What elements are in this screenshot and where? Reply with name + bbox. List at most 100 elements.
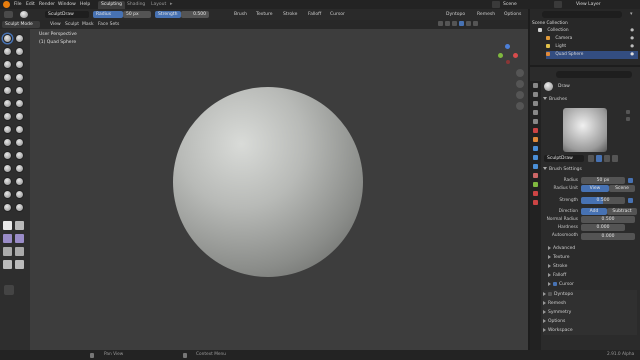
- annotate-icon[interactable]: [4, 285, 14, 295]
- snake-hook-brush-icon[interactable]: [15, 138, 24, 147]
- brush-name-field[interactable]: SculptDraw: [45, 11, 89, 18]
- properties-search-input[interactable]: [556, 71, 632, 78]
- strength-label-field[interactable]: Strength: [155, 11, 181, 18]
- texture-menu[interactable]: Texture: [256, 11, 272, 18]
- rotate-brush-icon[interactable]: [15, 164, 24, 173]
- radius-value-field[interactable]: 50 px: [581, 177, 625, 184]
- grab-brush-icon[interactable]: [15, 125, 24, 134]
- scroll-up-icon[interactable]: [626, 110, 630, 114]
- outliner-item-collection[interactable]: Collection ●: [538, 27, 638, 35]
- draw-brush-icon[interactable]: [3, 34, 12, 43]
- pan-hand-icon[interactable]: [516, 80, 524, 88]
- radius-unit-view-option[interactable]: View: [581, 185, 609, 192]
- scroll-down-icon[interactable]: [626, 117, 630, 121]
- fill-brush-icon[interactable]: [15, 99, 24, 108]
- data-tab-icon[interactable]: [533, 182, 538, 187]
- brush-menu[interactable]: Brush: [234, 11, 247, 18]
- scene-browse-icon[interactable]: [492, 1, 500, 8]
- mode-selector[interactable]: Sculpt Mode: [2, 21, 40, 28]
- visibility-eye-icon[interactable]: ●: [630, 43, 634, 51]
- xray-icon[interactable]: [445, 21, 450, 26]
- scene-name[interactable]: Scene: [503, 1, 517, 8]
- brush-settings-icon[interactable]: [612, 155, 618, 162]
- clay-thumb-brush-icon[interactable]: [3, 60, 12, 69]
- material-shading-icon[interactable]: [466, 21, 471, 26]
- fake-user-shield-icon[interactable]: [588, 155, 594, 162]
- tab-sculpting[interactable]: Sculpting: [98, 1, 126, 9]
- scene-collection-item[interactable]: Scene Collection: [532, 21, 568, 26]
- rotate-icon[interactable]: [15, 260, 24, 269]
- visibility-eye-icon[interactable]: ●: [630, 27, 634, 35]
- nudge-brush-icon[interactable]: [3, 164, 12, 173]
- remesh-panel[interactable]: Remesh: [543, 299, 637, 308]
- overlay-icon[interactable]: [438, 21, 443, 26]
- smooth-brush-icon[interactable]: [15, 86, 24, 95]
- pressure-radius-icon[interactable]: [628, 178, 633, 183]
- tab-shading[interactable]: Shading: [124, 1, 148, 9]
- layer-brush-icon[interactable]: [15, 60, 24, 69]
- texture-tab-icon[interactable]: [533, 200, 538, 205]
- dyntopo-menu[interactable]: Dyntopo: [446, 11, 465, 18]
- stroke-subpanel[interactable]: Stroke: [548, 262, 636, 271]
- strength-slider[interactable]: 0.500: [581, 197, 625, 204]
- draw-face-sets-brush-icon[interactable]: [15, 203, 24, 212]
- view-layer-browse-icon[interactable]: [554, 1, 562, 8]
- view-layer-name[interactable]: View Layer: [576, 1, 601, 8]
- falloff-menu[interactable]: Falloff: [308, 11, 321, 18]
- solid-shading-icon[interactable]: [459, 21, 464, 26]
- box-hide-icon[interactable]: [15, 221, 24, 230]
- tab-layout[interactable]: Layout: [148, 1, 169, 9]
- dyntopo-panel[interactable]: Dyntopo: [543, 290, 637, 299]
- box-mask-icon[interactable]: [3, 221, 12, 230]
- sculpt-menu[interactable]: Sculpt: [65, 21, 79, 28]
- world-tab-icon[interactable]: [533, 128, 538, 133]
- falloff-subpanel[interactable]: Falloff: [548, 271, 636, 280]
- inflate-brush-icon[interactable]: [3, 73, 12, 82]
- dyntopo-checkbox-icon[interactable]: [548, 291, 552, 296]
- menu-edit[interactable]: Edit: [26, 1, 35, 8]
- brush-name-field[interactable]: SculptDraw: [544, 155, 584, 162]
- pressure-strength-icon[interactable]: [628, 198, 633, 203]
- mesh-filter-icon[interactable]: [3, 247, 12, 256]
- physics-tab-icon[interactable]: [533, 164, 538, 169]
- direction-add-option[interactable]: Add: [581, 208, 607, 215]
- cursor-subpanel[interactable]: Cursor: [548, 280, 636, 289]
- symmetry-panel[interactable]: Symmetry: [543, 308, 637, 317]
- navigation-gizmo[interactable]: [496, 43, 520, 67]
- 3d-viewport[interactable]: User Perspective (1) Quad Sphere: [30, 29, 528, 350]
- radius-value-field[interactable]: 50 px: [123, 11, 151, 18]
- simplify-brush-icon[interactable]: [15, 190, 24, 199]
- move-icon[interactable]: [3, 260, 12, 269]
- view-layer-tab-icon[interactable]: [533, 110, 538, 115]
- camera-view-icon[interactable]: [516, 91, 524, 99]
- scene-tab-icon[interactable]: [533, 119, 538, 124]
- autosmooth-field[interactable]: 0.000: [581, 233, 635, 240]
- ortho-grid-icon[interactable]: [516, 102, 524, 110]
- unlink-brush-icon[interactable]: [604, 155, 610, 162]
- menu-file[interactable]: File: [14, 1, 22, 8]
- brush-settings-section-header[interactable]: Brush Settings: [543, 165, 637, 174]
- wireframe-shading-icon[interactable]: [452, 21, 457, 26]
- brush-preview-icon[interactable]: [4, 11, 13, 18]
- workspace-panel[interactable]: Workspace: [543, 326, 637, 335]
- neg-x-axis-icon[interactable]: [506, 60, 510, 64]
- tool-tab-icon[interactable]: [533, 83, 538, 88]
- render-tab-icon[interactable]: [533, 92, 538, 97]
- output-tab-icon[interactable]: [533, 101, 538, 106]
- workspace-scroll-right-icon[interactable]: ▸: [170, 1, 173, 7]
- menu-render[interactable]: Render: [39, 1, 55, 8]
- cloth-brush-icon[interactable]: [3, 190, 12, 199]
- cursor-menu[interactable]: Cursor: [330, 11, 345, 18]
- normal-radius-field[interactable]: 0.500: [581, 216, 635, 223]
- z-axis-icon[interactable]: [505, 44, 510, 49]
- outliner-item-light[interactable]: Light ●: [546, 43, 638, 51]
- visibility-eye-icon[interactable]: ●: [630, 35, 634, 43]
- y-axis-icon[interactable]: [498, 53, 503, 58]
- advanced-subpanel[interactable]: Advanced: [548, 244, 636, 253]
- duplicate-brush-icon[interactable]: [596, 155, 602, 162]
- particles-tab-icon[interactable]: [533, 155, 538, 160]
- flatten-brush-icon[interactable]: [3, 99, 12, 108]
- blob-brush-icon[interactable]: [15, 73, 24, 82]
- pinch-brush-icon[interactable]: [3, 125, 12, 134]
- pose-brush-icon[interactable]: [15, 151, 24, 160]
